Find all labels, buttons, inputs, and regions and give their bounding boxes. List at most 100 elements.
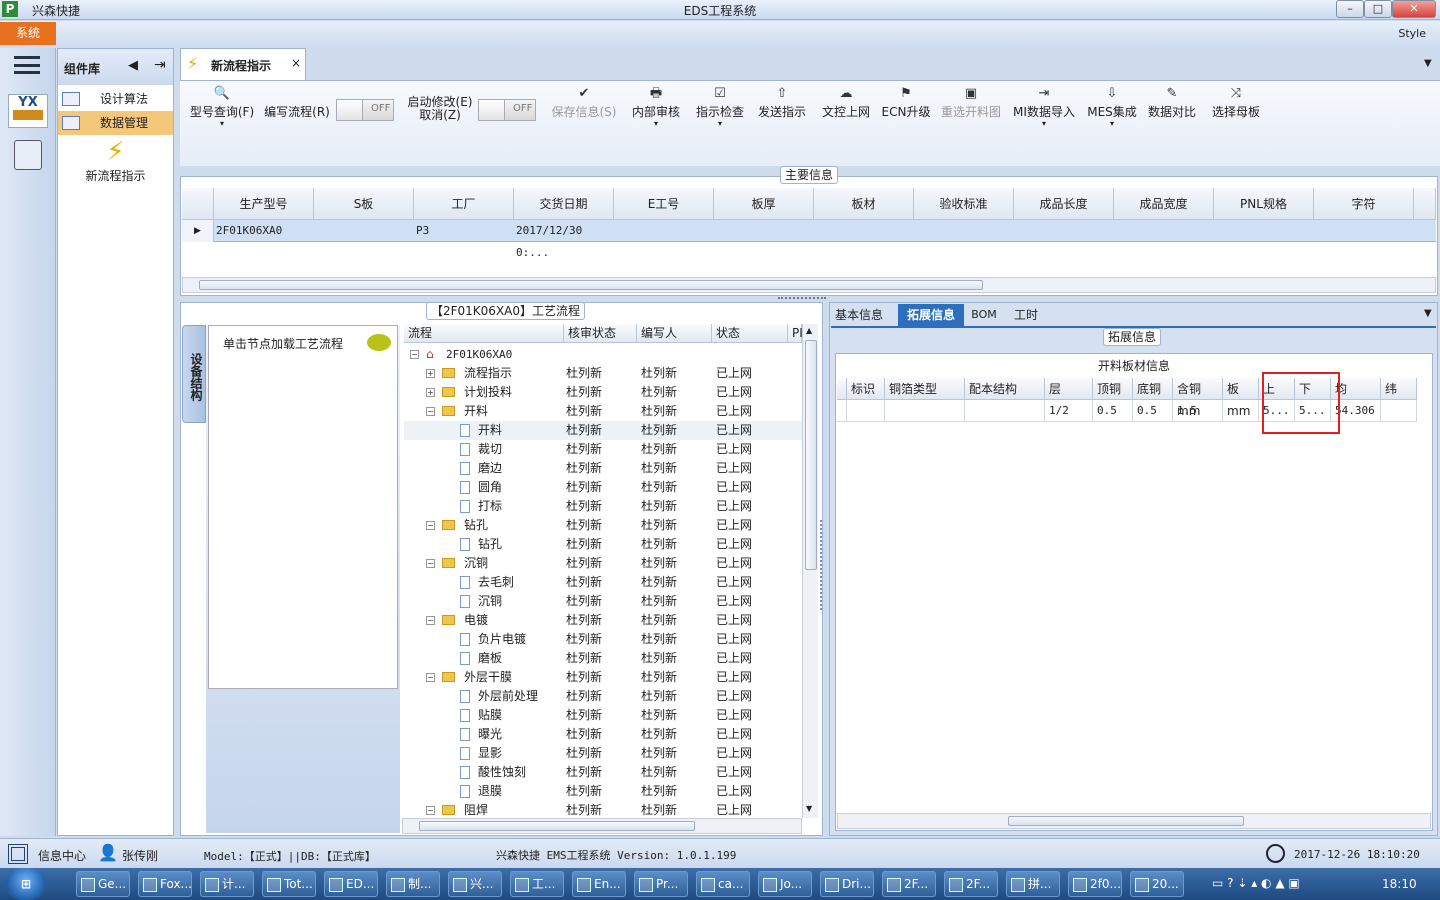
tab-device-structure[interactable]: 设备结构 — [182, 325, 206, 423]
new-process-instruction-item[interactable]: ⚡ 新流程指示 — [58, 137, 173, 189]
taskbar-app-button[interactable]: ED... — [324, 871, 378, 897]
expand-icon[interactable]: − — [426, 673, 435, 682]
main-grid-cell[interactable] — [1214, 220, 1314, 242]
ecn-upgrade-button[interactable]: ⚑ ECN升级 — [880, 85, 932, 135]
data-compare-button[interactable]: ✎ 数据对比 — [1146, 85, 1198, 135]
taskbar-app-button[interactable]: 2F... — [882, 871, 936, 897]
ext-col-header[interactable]: 层 — [1045, 378, 1093, 400]
reselect-cutting-drawing-button[interactable]: ▣ 重选开料图 — [938, 85, 1004, 135]
grid-corner[interactable] — [182, 188, 214, 220]
style-menu[interactable]: Style — [1398, 27, 1426, 40]
send-instruction-button[interactable]: ⇧ 发送指示 — [754, 85, 810, 135]
ext-col-header[interactable]: 顶铜 — [1093, 378, 1133, 400]
tab-basic-info[interactable]: 基本信息 — [831, 304, 887, 326]
tree-root-node[interactable]: − ⌂ 2F01K06XA0 — [404, 345, 802, 364]
tree-row[interactable]: + 流程指示 杜列新 杜列新 已上网 — [404, 364, 802, 383]
main-grid-cell[interactable] — [914, 220, 1014, 242]
tree-row[interactable]: 磨边 杜列新 杜列新 已上网 — [404, 459, 802, 478]
tree-row[interactable]: + 计划投料 杜列新 杜列新 已上网 — [404, 383, 802, 402]
tab-work-hours[interactable]: 工时 — [1008, 304, 1044, 326]
process-tree-vscroll[interactable]: ▲ ▼ — [802, 324, 818, 818]
ext-col-header[interactable]: 底铜 — [1133, 378, 1173, 400]
main-grid-cell[interactable] — [714, 220, 814, 242]
tree-row[interactable]: 退膜 杜列新 杜列新 已上网 — [404, 782, 802, 801]
main-grid-cell[interactable] — [1014, 220, 1114, 242]
tab-bom[interactable]: BOM — [970, 304, 998, 326]
start-button-icon[interactable]: ⊞ — [6, 868, 46, 900]
taskbar-app-button[interactable]: ca... — [696, 871, 750, 897]
calculator-icon[interactable] — [14, 140, 42, 170]
main-grid-cell[interactable] — [814, 220, 914, 242]
ext-grid-cell[interactable]: 1.5 — [1173, 400, 1223, 422]
ext-grid-cell[interactable] — [965, 400, 1045, 422]
ext-col-header[interactable]: 标识 — [847, 378, 885, 400]
ext-grid-cell[interactable] — [847, 400, 885, 422]
main-grid-cell[interactable] — [1314, 220, 1414, 242]
tree-row[interactable]: 去毛刺 杜列新 杜列新 已上网 — [404, 573, 802, 592]
expand-icon[interactable]: − — [426, 806, 435, 815]
taskbar-app-button[interactable]: 计... — [200, 871, 254, 897]
ext-grid-cell[interactable]: 0.5 — [1093, 400, 1133, 422]
factory-icon[interactable]: YX — [8, 94, 48, 128]
tree-row[interactable]: 打标 杜列新 杜列新 已上网 — [404, 497, 802, 516]
splitter-handle[interactable] — [778, 297, 826, 300]
taskbar-app-button[interactable]: 20... — [1130, 871, 1184, 897]
taskbar-app-button[interactable]: Ge... — [76, 871, 130, 897]
ext-grid-hscroll[interactable] — [837, 813, 1431, 829]
taskbar-clock[interactable]: 18:10 — [1382, 877, 1417, 891]
tree-row[interactable]: − 钻孔 杜列新 杜列新 已上网 — [404, 516, 802, 535]
ext-col-header[interactable]: 板mm — [1223, 378, 1259, 418]
hamburger-menu-icon[interactable] — [14, 56, 40, 74]
main-grid-cell[interactable]: 2017/12/30 0:... — [514, 220, 614, 259]
tree-row[interactable]: 开料 杜列新 杜列新 已上网 — [404, 421, 802, 440]
mi-data-import-button[interactable]: ⇥ MI数据导入 ▾ — [1012, 85, 1076, 135]
tree-row[interactable]: 钻孔 杜列新 杜列新 已上网 — [404, 535, 802, 554]
minimize-button[interactable]: – — [1336, 0, 1364, 18]
main-grid-cell[interactable] — [314, 220, 414, 242]
main-col-header[interactable]: PNL规格 — [1214, 188, 1314, 220]
tree-row[interactable]: − 沉铜 杜列新 杜列新 已上网 — [404, 554, 802, 573]
taskbar-app-button[interactable]: 拼... — [1006, 871, 1060, 897]
save-info-button[interactable]: ✔ 保存信息(S) — [548, 85, 620, 135]
main-grid-cell[interactable]: 2F01K06XA0 — [214, 220, 314, 242]
taskbar-app-button[interactable]: Tot... — [262, 871, 316, 897]
expand-icon[interactable]: − — [426, 407, 435, 416]
expand-icon[interactable]: − — [426, 559, 435, 568]
tree-row[interactable]: 圆角 杜列新 杜列新 已上网 — [404, 478, 802, 497]
write-process-button[interactable]: 编写流程(R) — [260, 103, 334, 153]
main-col-header[interactable]: E工号 — [614, 188, 714, 220]
tree-row[interactable]: − 电镀 杜列新 杜列新 已上网 — [404, 611, 802, 630]
tab-dropdown-icon[interactable]: ▼ — [1424, 58, 1432, 69]
collapse-icon[interactable]: − — [410, 350, 419, 359]
info-center-link[interactable]: 信息中心 — [38, 847, 86, 864]
main-grid-cell[interactable] — [614, 220, 714, 242]
tree-row[interactable]: 显影 杜列新 杜列新 已上网 — [404, 744, 802, 763]
instruction-check-button[interactable]: ☑ 指示检查 ▾ — [690, 85, 750, 135]
ext-col-header[interactable]: 含铜mm — [1173, 378, 1223, 418]
tab-extended-info[interactable]: 拓展信息 — [898, 304, 964, 326]
expand-icon[interactable]: − — [426, 616, 435, 625]
main-col-header[interactable]: S板 — [314, 188, 414, 220]
comp-item-design-algorithm[interactable]: 设计算法 — [58, 87, 173, 111]
tree-row[interactable]: − 阻焊 杜列新 杜列新 已上网 — [404, 801, 802, 818]
taskbar-app-button[interactable]: 制... — [386, 871, 440, 897]
ext-col-header[interactable]: 纬 — [1381, 378, 1417, 400]
taskbar-app-button[interactable]: En... — [572, 871, 626, 897]
comp-item-data-management[interactable]: 数据管理 — [58, 111, 173, 135]
start-modify-button[interactable]: 启动修改(E) 取消(Z) — [402, 96, 478, 146]
main-grid-cell[interactable] — [1114, 220, 1214, 242]
collapse-left-icon[interactable]: ◀ — [128, 58, 138, 73]
tab-new-process[interactable]: ⚡ 新流程指示 × — [180, 48, 306, 80]
pin-panel-icon[interactable]: ⇥ — [154, 57, 166, 73]
ext-grid-cell[interactable]: 1/2 — [1045, 400, 1093, 422]
tab-close-icon[interactable]: × — [291, 56, 301, 70]
internal-review-button[interactable]: 🖶 内部审核 ▾ — [628, 85, 684, 135]
model-query-button[interactable]: 🔍 型号查询(F) ▾ — [184, 85, 260, 135]
taskbar-app-button[interactable]: 兴... — [448, 871, 502, 897]
tree-row[interactable]: 外层前处理 杜列新 杜列新 已上网 — [404, 687, 802, 706]
main-col-header[interactable]: 成品宽度 — [1114, 188, 1214, 220]
main-col-header[interactable]: 成品长度 — [1014, 188, 1114, 220]
close-window-button[interactable]: ✕ — [1392, 0, 1436, 18]
ext-grid-cell[interactable]: 0.5 — [1133, 400, 1173, 422]
write-process-toggle[interactable]: OFF — [336, 99, 394, 121]
